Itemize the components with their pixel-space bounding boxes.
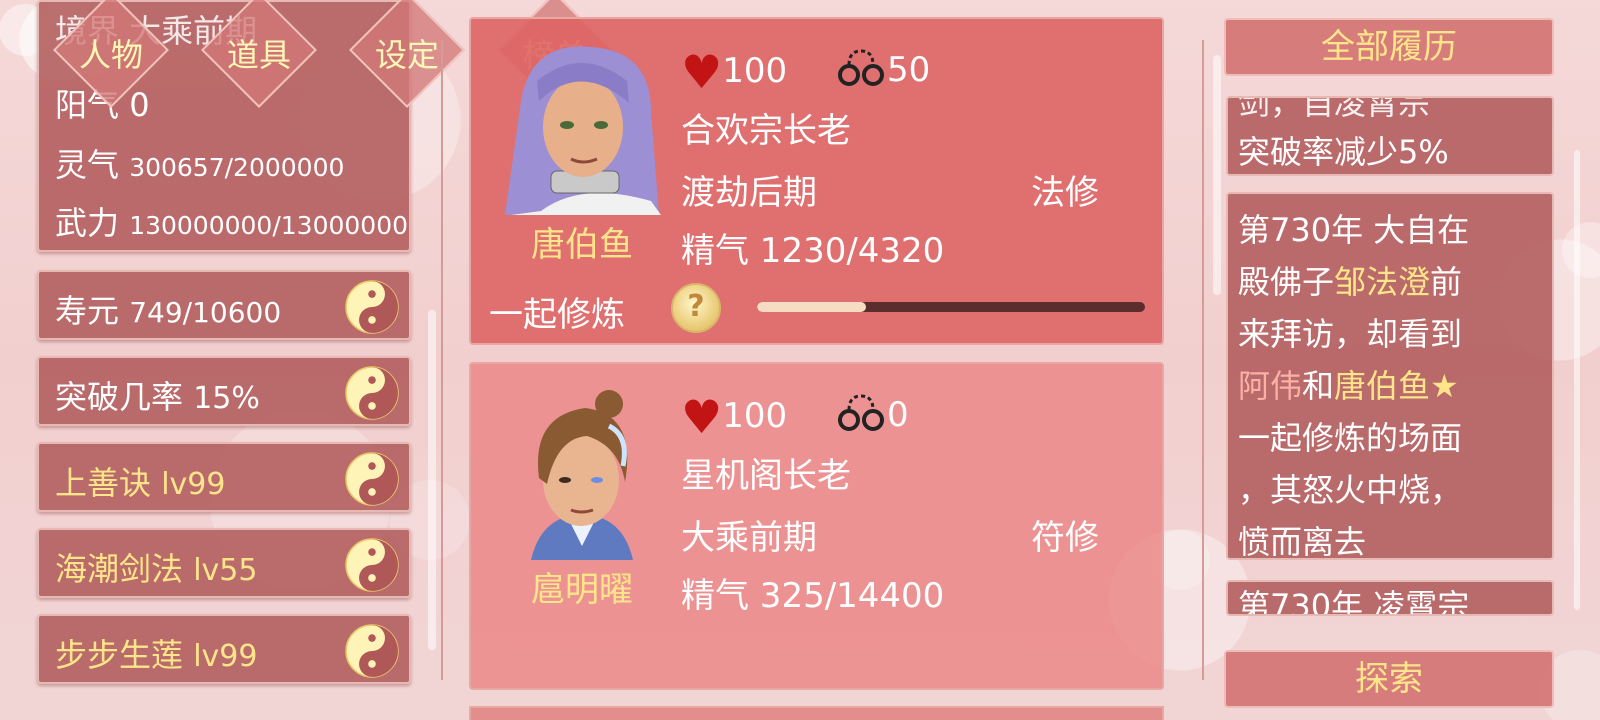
log-line-cut: 剑，自凌霄宗 [1238, 98, 1431, 122]
middle-scrollbar[interactable] [1213, 55, 1221, 295]
handcuffs-icon [838, 49, 884, 86]
character-realm: 大乘前期 [681, 518, 817, 558]
nav-label: 道具 [226, 36, 291, 74]
character-realm: 渡劫后期 [681, 173, 817, 213]
skill-row-shangshan[interactable]: 上善诀 lv99 [37, 442, 411, 512]
character-essence: 精气 1230/4320 [681, 231, 945, 271]
skill-row-lifespan[interactable]: 寿元 749/10600 [37, 270, 411, 340]
yinyang-icon[interactable] [345, 452, 399, 506]
log-text: 殿佛子 [1238, 263, 1335, 301]
yinyang-icon[interactable] [345, 366, 399, 420]
yinyang-icon[interactable] [345, 280, 399, 334]
lingqi-value: 300657/2000000 [129, 153, 345, 182]
skill-label: 步步生莲 lv99 [55, 630, 257, 676]
skill-name: 海潮剑法 [55, 550, 184, 588]
log-name-highlight[interactable]: 阿伟 [1238, 367, 1302, 405]
log-entry-partial-top: 剑，自凌霄宗 突破率减少5% [1226, 96, 1554, 176]
yinyang-icon[interactable] [345, 624, 399, 678]
character-name: 扈明曜 [531, 570, 633, 610]
log-line: 来拜访，却看到 [1238, 315, 1463, 353]
wuli-value: 130000000/13000000 [129, 211, 409, 240]
next-card-partial [469, 706, 1164, 720]
skill-name: 上善诀 [55, 464, 152, 502]
bond-stat: 0 [837, 390, 909, 435]
character-portrait-1[interactable] [501, 41, 663, 215]
wuli-label: 武力 [55, 204, 120, 242]
log-line: 阿伟和唐伯鱼★ [1238, 360, 1542, 412]
character-portrait-2[interactable] [501, 386, 663, 560]
all-history-button[interactable]: 全部履历 [1224, 18, 1554, 76]
log-entry-main: 第730年 大自在 殿佛子邹法澄前 来拜访，却看到 阿伟和唐伯鱼★ 一起修炼的场… [1226, 192, 1554, 560]
log-line: 突破率减少5% [1238, 133, 1449, 171]
affection-value: 100 [722, 51, 788, 91]
character-card-2[interactable]: 扈明曜 ♥100 0 星机阁长老 大乘前期 符修 精气 325/14400 [469, 362, 1164, 690]
affection-stat: ♥100 [681, 390, 787, 444]
nav-button-settings[interactable]: 设定 [342, 0, 472, 108]
skill-label: 上善诀 lv99 [55, 458, 225, 504]
explore-button[interactable]: 探索 [1224, 650, 1554, 708]
middle-scroll-track-line [1202, 40, 1204, 680]
handcuffs-icon [838, 394, 884, 431]
character-card-1[interactable]: 唐伯鱼 ♥100 50 合欢宗长老 渡劫后期 法修 精气 1230/4320 一… [469, 17, 1164, 345]
log-line: 愤而离去 [1238, 523, 1367, 560]
skill-row-breakthrough[interactable]: 突破几率 15% [37, 356, 411, 426]
cultivation-progress-fill [757, 302, 866, 312]
affection-value: 100 [722, 396, 788, 436]
nav-label: 人物 [78, 36, 143, 74]
cultivation-progress-bar [757, 302, 1145, 312]
bond-stat: 50 [837, 45, 930, 90]
character-essence: 精气 325/14400 [681, 576, 945, 616]
skill-value: 15% [193, 381, 260, 416]
left-scrollbar[interactable] [428, 310, 436, 650]
skill-label: 寿元 749/10600 [55, 286, 281, 332]
character-title: 合欢宗长老 [681, 111, 851, 151]
log-line: ，其怒火中烧， [1238, 471, 1463, 509]
skill-name: 突破几率 [55, 378, 184, 416]
log-text: 前 [1430, 263, 1463, 301]
log-line: 第730年 大自在 [1238, 211, 1470, 249]
log-name-highlight[interactable]: 邹法澄 [1334, 263, 1430, 301]
left-scroll-track-line [441, 40, 443, 680]
skill-row-haichao[interactable]: 海潮剑法 lv55 [37, 528, 411, 598]
right-scrollbar[interactable] [1574, 150, 1580, 610]
log-line: 殿佛子邹法澄前 [1238, 256, 1542, 308]
skill-name: 寿元 [55, 292, 120, 330]
nav-button-character[interactable]: 人物 [46, 0, 176, 108]
skill-name: 步步生莲 [55, 636, 184, 674]
bond-value: 50 [887, 50, 931, 90]
lingqi-stat: 灵气 300657/2000000 [55, 140, 344, 186]
character-name: 唐伯鱼 [531, 225, 633, 265]
log-entry-partial-bottom: 第730年 凌霄宗 [1226, 580, 1554, 616]
affection-stat: ♥100 [681, 45, 787, 99]
skill-row-bubu[interactable]: 步步生莲 lv99 [37, 614, 411, 684]
character-title: 星机阁长老 [681, 456, 851, 496]
heart-icon: ♥ [681, 45, 723, 99]
skill-label: 海潮剑法 lv55 [55, 544, 257, 590]
yinyang-icon[interactable] [345, 538, 399, 592]
star-icon: ★ [1430, 367, 1459, 405]
nav-button-items[interactable]: 道具 [194, 0, 324, 108]
cultivate-together-label: 一起修炼 [489, 295, 625, 335]
wuli-stat: 武力 130000000/13000000 [55, 198, 408, 244]
log-line-cut: 第730年 凌霄宗 [1238, 587, 1470, 616]
skill-value: lv99 [193, 639, 258, 674]
skill-value: lv99 [161, 467, 226, 502]
bond-value: 0 [887, 395, 909, 435]
heart-icon: ♥ [681, 390, 723, 444]
log-text: 和 [1302, 367, 1335, 405]
skill-value: 749/10600 [129, 296, 282, 329]
log-line: 一起修炼的场面 [1238, 419, 1463, 457]
character-class: 法修 [1031, 173, 1099, 213]
help-button[interactable]: ? [671, 283, 721, 333]
character-class: 符修 [1031, 518, 1099, 558]
nav-label: 设定 [374, 36, 439, 74]
lingqi-label: 灵气 [55, 146, 120, 184]
log-name-highlight[interactable]: 唐伯鱼 [1334, 367, 1430, 405]
skill-label: 突破几率 15% [55, 372, 260, 418]
skill-value: lv55 [193, 553, 258, 588]
